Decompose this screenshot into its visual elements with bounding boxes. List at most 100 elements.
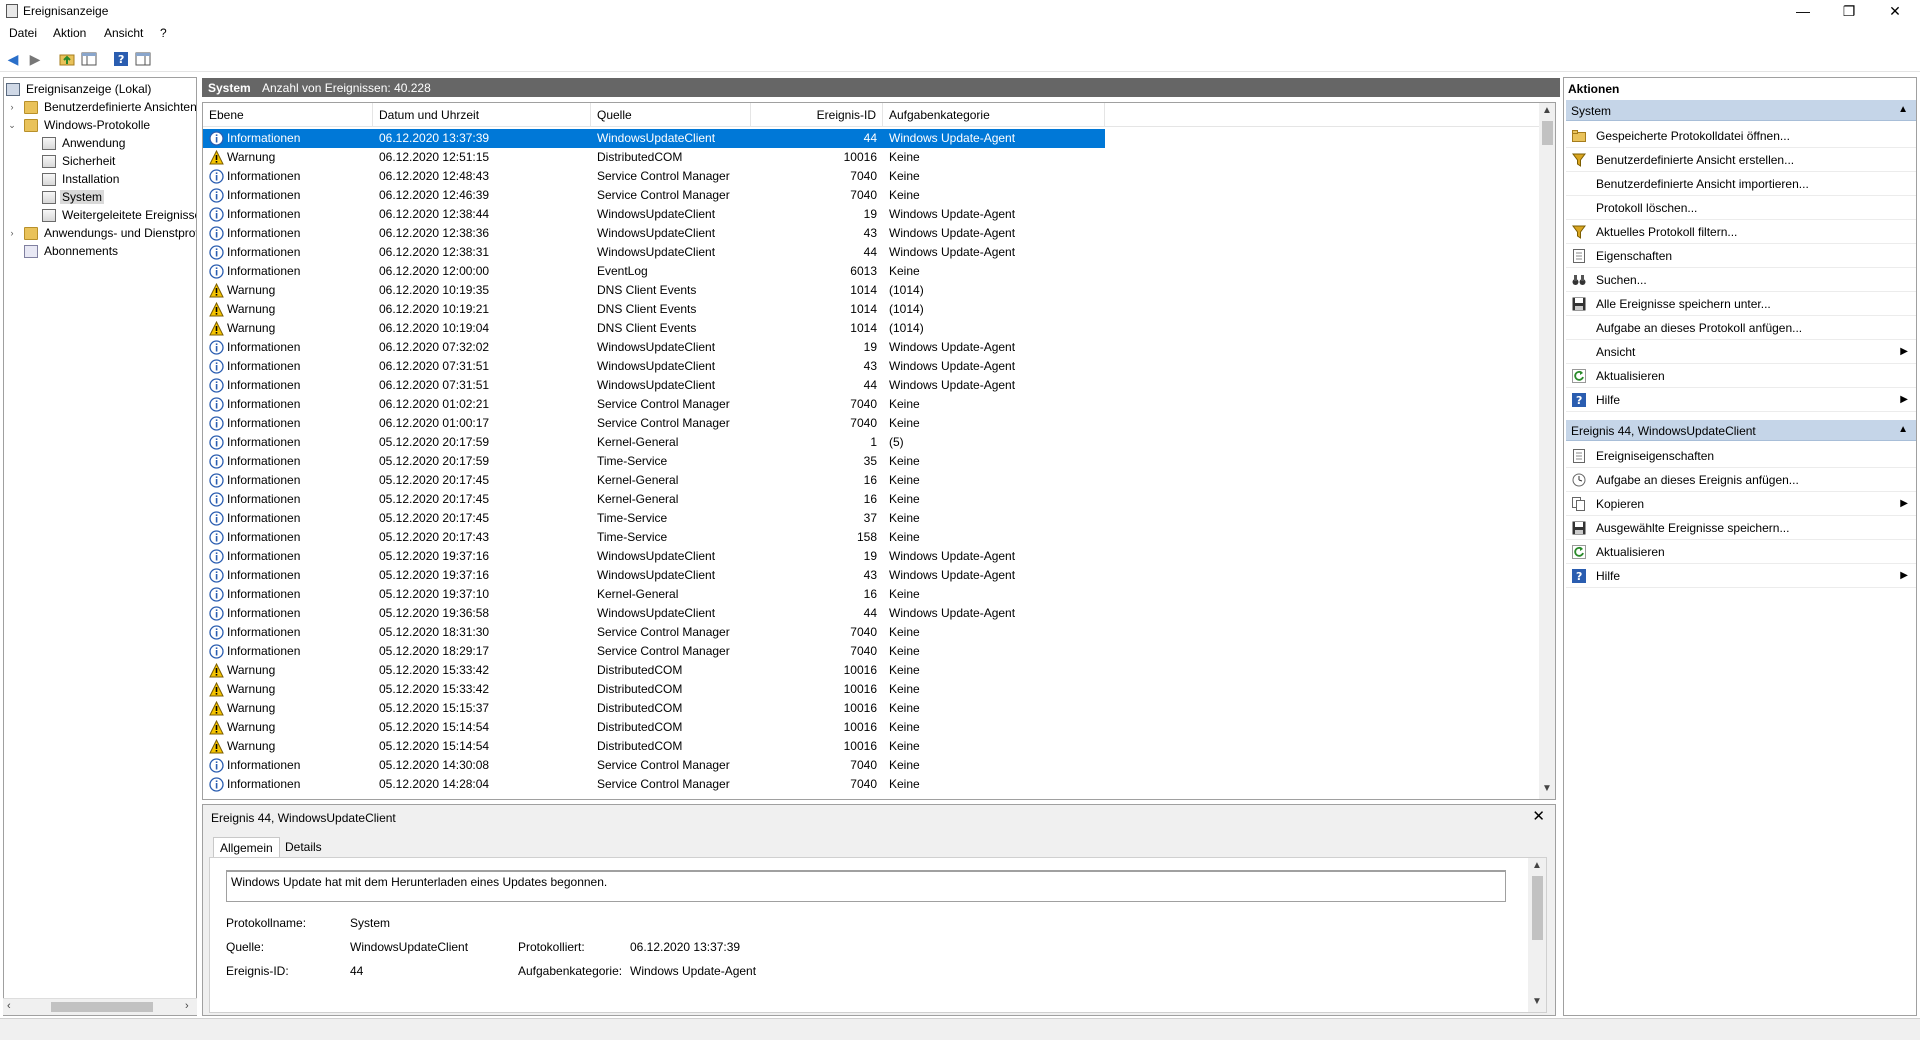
actions-section-header[interactable]: System ▲ bbox=[1566, 100, 1916, 121]
tree-item-installation[interactable]: Installation bbox=[42, 170, 121, 188]
table-row[interactable]: Informationen 06.12.2020 12:48:43 Service … bbox=[203, 167, 1105, 186]
table-row[interactable]: Informationen 06.12.2020 07:31:51 WindowsU… bbox=[203, 376, 1105, 395]
action-item[interactable]: Aktuelles Protokoll filtern... bbox=[1566, 220, 1916, 244]
scroll-up-icon[interactable]: ▲ bbox=[1532, 860, 1542, 871]
action-item[interactable]: Suchen... bbox=[1566, 268, 1916, 292]
table-row[interactable]: Informationen 06.12.2020 12:46:39 Service … bbox=[203, 186, 1105, 205]
tab-allgemein[interactable]: Allgemein bbox=[213, 837, 280, 857]
actions-section-header[interactable]: Ereignis 44, WindowsUpdateClient ▲ bbox=[1566, 420, 1916, 441]
tree-item-custom-views[interactable]: › Benutzerdefinierte Ansichten bbox=[6, 98, 197, 116]
table-row[interactable]: Informationen 05.12.2020 20:17:43 Time-Ser… bbox=[203, 528, 1105, 547]
action-item[interactable]: Aufgabe an dieses Ereignis anfügen... bbox=[1566, 468, 1916, 492]
table-row[interactable]: Informationen 05.12.2020 19:37:16 WindowsU… bbox=[203, 547, 1105, 566]
table-row[interactable]: Warnung 05.12.2020 15:33:42 DistributedCOM… bbox=[203, 680, 1105, 699]
tab-details[interactable]: Details bbox=[279, 837, 328, 857]
action-item[interactable]: Gespeicherte Protokolldatei öffnen... bbox=[1566, 124, 1916, 148]
show-hide-action-pane-icon[interactable] bbox=[134, 50, 152, 68]
close-icon[interactable]: ✕ bbox=[1532, 807, 1545, 825]
table-row[interactable]: Informationen 05.12.2020 18:29:17 Service … bbox=[203, 642, 1105, 661]
tree-item-anwendung[interactable]: Anwendung bbox=[42, 134, 127, 152]
scroll-down-icon[interactable]: ▼ bbox=[1532, 996, 1542, 1007]
action-item[interactable]: Protokoll löschen... bbox=[1566, 196, 1916, 220]
detail-vertical-scrollbar[interactable]: ▲ ▼ bbox=[1528, 858, 1546, 1012]
collapse-icon[interactable]: ▲ bbox=[1898, 424, 1908, 435]
scrollbar-thumb[interactable] bbox=[1532, 876, 1543, 940]
menu-help[interactable]: ? bbox=[158, 26, 169, 40]
menu-aktion[interactable]: Aktion bbox=[51, 26, 88, 40]
table-row[interactable]: Informationen 05.12.2020 19:36:58 WindowsU… bbox=[203, 604, 1105, 623]
tree-item-subscriptions[interactable]: Abonnements bbox=[24, 242, 120, 260]
table-row[interactable]: Informationen 06.12.2020 07:32:02 WindowsU… bbox=[203, 338, 1105, 357]
action-item[interactable]: Ansicht ▶ bbox=[1566, 340, 1916, 364]
collapse-icon[interactable]: ▲ bbox=[1898, 104, 1908, 115]
tree-item-root[interactable]: Ereignisanzeige (Lokal) bbox=[6, 80, 153, 98]
action-item[interactable]: ? Hilfe ▶ bbox=[1566, 564, 1916, 588]
action-item[interactable]: Eigenschaften bbox=[1566, 244, 1916, 268]
help-icon[interactable]: ? bbox=[112, 50, 130, 68]
action-item[interactable]: Aufgabe an dieses Protokoll anfügen... bbox=[1566, 316, 1916, 340]
chevron-right-icon[interactable]: › bbox=[6, 102, 18, 112]
scrollbar-thumb[interactable] bbox=[1542, 121, 1553, 145]
table-row[interactable]: Informationen 06.12.2020 13:37:39 WindowsU… bbox=[203, 129, 1105, 148]
chevron-right-icon[interactable]: › bbox=[6, 228, 18, 238]
event-list-vertical-scrollbar[interactable]: ▲ ▼ bbox=[1539, 103, 1555, 799]
up-folder-icon[interactable] bbox=[58, 50, 76, 68]
column-header-ebene[interactable]: Ebene bbox=[203, 103, 373, 127]
table-row[interactable]: Warnung 06.12.2020 10:19:21 DNS Client Eve… bbox=[203, 300, 1105, 319]
tree-item-sicherheit[interactable]: Sicherheit bbox=[42, 152, 117, 170]
table-row[interactable]: Informationen 06.12.2020 12:38:31 WindowsU… bbox=[203, 243, 1105, 262]
table-row[interactable]: Informationen 05.12.2020 20:17:45 Time-Ser… bbox=[203, 509, 1105, 528]
table-row[interactable]: Informationen 06.12.2020 01:00:17 Service … bbox=[203, 414, 1105, 433]
scroll-up-icon[interactable]: ▲ bbox=[1542, 105, 1552, 116]
table-row[interactable]: Warnung 05.12.2020 15:15:37 DistributedCOM… bbox=[203, 699, 1105, 718]
action-item[interactable]: Aktualisieren bbox=[1566, 540, 1916, 564]
table-row[interactable]: Informationen 06.12.2020 07:31:51 WindowsU… bbox=[203, 357, 1105, 376]
action-item[interactable]: Benutzerdefinierte Ansicht importieren..… bbox=[1566, 172, 1916, 196]
table-row[interactable]: Warnung 05.12.2020 15:14:54 DistributedCOM… bbox=[203, 737, 1105, 756]
scroll-right-icon[interactable]: › bbox=[185, 1000, 189, 1012]
back-icon[interactable]: ◀ bbox=[4, 50, 22, 68]
menu-ansicht[interactable]: Ansicht bbox=[102, 26, 145, 40]
scroll-down-icon[interactable]: ▼ bbox=[1542, 783, 1552, 794]
forward-icon[interactable]: ▶ bbox=[26, 50, 44, 68]
action-item[interactable]: Benutzerdefinierte Ansicht erstellen... bbox=[1566, 148, 1916, 172]
table-row[interactable]: Informationen 05.12.2020 20:17:45 Kernel-G… bbox=[203, 471, 1105, 490]
column-header-aufgabenkategorie[interactable]: Aufgabenkategorie bbox=[883, 103, 1105, 127]
table-row[interactable]: Warnung 05.12.2020 15:14:54 DistributedCOM… bbox=[203, 718, 1105, 737]
table-row[interactable]: Informationen 06.12.2020 12:38:36 WindowsU… bbox=[203, 224, 1105, 243]
action-item[interactable]: ? Hilfe ▶ bbox=[1566, 388, 1916, 412]
table-row[interactable]: Informationen 05.12.2020 20:17:59 Time-Ser… bbox=[203, 452, 1105, 471]
tree-horizontal-scrollbar[interactable]: ‹ › bbox=[3, 998, 197, 1015]
table-row[interactable]: Informationen 06.12.2020 12:00:00 EventLog… bbox=[203, 262, 1105, 281]
table-row[interactable]: Informationen 05.12.2020 14:30:08 Service … bbox=[203, 756, 1105, 775]
tree-item-windows-logs[interactable]: ⌄ Windows-Protokolle bbox=[6, 116, 152, 134]
close-window-button[interactable]: ✕ bbox=[1872, 0, 1918, 22]
table-row[interactable]: Informationen 05.12.2020 20:17:45 Kernel-G… bbox=[203, 490, 1105, 509]
scrollbar-thumb[interactable] bbox=[51, 1002, 153, 1012]
tree-item-forwarded-events[interactable]: Weitergeleitete Ereignisse bbox=[42, 206, 196, 224]
table-row[interactable]: Informationen 05.12.2020 19:37:16 WindowsU… bbox=[203, 566, 1105, 585]
event-message[interactable]: Windows Update hat mit dem Herunterladen… bbox=[226, 870, 1506, 902]
column-header-quelle[interactable]: Quelle bbox=[591, 103, 751, 127]
table-row[interactable]: Informationen 06.12.2020 12:38:44 WindowsU… bbox=[203, 205, 1105, 224]
table-row[interactable]: Informationen 05.12.2020 19:37:10 Kernel-G… bbox=[203, 585, 1105, 604]
chevron-down-icon[interactable]: ⌄ bbox=[6, 120, 18, 131]
action-item[interactable]: Ereigniseigenschaften bbox=[1566, 444, 1916, 468]
maximize-button[interactable]: ❐ bbox=[1826, 0, 1872, 22]
table-row[interactable]: Informationen 05.12.2020 18:31:30 Service … bbox=[203, 623, 1105, 642]
table-row[interactable]: Informationen 05.12.2020 20:17:59 Kernel-G… bbox=[203, 433, 1105, 452]
action-item[interactable]: Alle Ereignisse speichern unter... bbox=[1566, 292, 1916, 316]
scroll-left-icon[interactable]: ‹ bbox=[7, 1000, 11, 1012]
column-header-datum[interactable]: Datum und Uhrzeit bbox=[373, 103, 591, 127]
menu-datei[interactable]: Datei bbox=[7, 26, 39, 40]
table-row[interactable]: Warnung 06.12.2020 10:19:35 DNS Client Eve… bbox=[203, 281, 1105, 300]
tree-item-system[interactable]: System bbox=[42, 188, 105, 206]
tree-item-app-service-logs[interactable]: › Anwendungs- und Dienstprotokolle bbox=[6, 224, 197, 242]
table-row[interactable]: Informationen 05.12.2020 14:28:04 Service … bbox=[203, 775, 1105, 794]
minimize-button[interactable]: — bbox=[1780, 0, 1826, 22]
action-item[interactable]: Kopieren ▶ bbox=[1566, 492, 1916, 516]
action-item[interactable]: Aktualisieren bbox=[1566, 364, 1916, 388]
table-row[interactable]: Warnung 06.12.2020 12:51:15 DistributedCOM… bbox=[203, 148, 1105, 167]
show-hide-console-tree-icon[interactable] bbox=[80, 50, 98, 68]
column-header-ereignis-id[interactable]: Ereignis-ID bbox=[751, 103, 883, 127]
